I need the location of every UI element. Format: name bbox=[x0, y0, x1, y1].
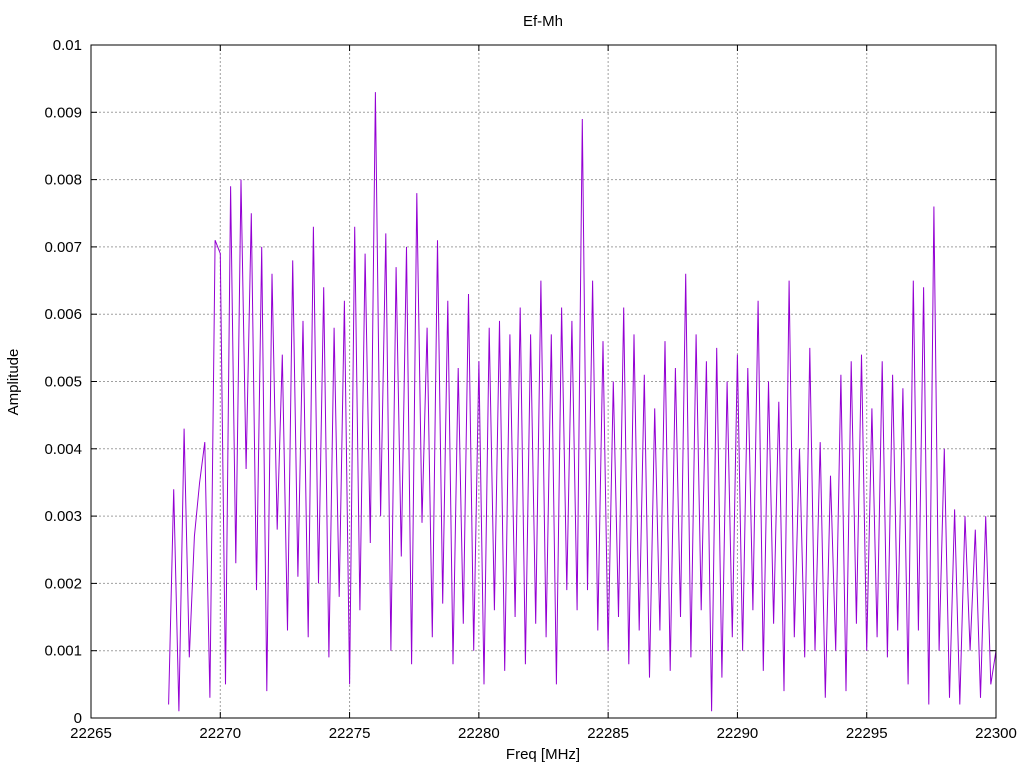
y-tick-label: 0.007 bbox=[44, 239, 82, 256]
x-tick-label: 22265 bbox=[70, 725, 112, 742]
y-tick-label: 0.001 bbox=[44, 643, 82, 660]
y-tick-label: 0.006 bbox=[44, 306, 82, 323]
plot-area bbox=[168, 92, 997, 712]
y-tick-label: 0.003 bbox=[44, 508, 82, 525]
y-tick-label: 0.009 bbox=[44, 104, 82, 121]
y-tick-label: 0.002 bbox=[44, 575, 82, 592]
y-tick-label: 0.01 bbox=[53, 37, 82, 54]
x-axis-label: Freq [MHz] bbox=[506, 746, 580, 763]
x-tick-label: 22300 bbox=[975, 725, 1017, 742]
x-tick-label: 22275 bbox=[329, 725, 371, 742]
grid bbox=[91, 45, 996, 718]
x-tick-label: 22285 bbox=[587, 725, 629, 742]
chart: Ef-Mh 22265 22270 22275 22280 22285 22290 2229… bbox=[5, 13, 1017, 763]
y-axis-label: Amplitude bbox=[5, 349, 22, 416]
x-tick-label: 22280 bbox=[458, 725, 500, 742]
x-tick-label: 22295 bbox=[846, 725, 888, 742]
y-tick-label: 0.008 bbox=[44, 172, 82, 189]
x-tick-label: 22290 bbox=[717, 725, 759, 742]
y-tick-label: 0.004 bbox=[44, 441, 82, 458]
chart-title: Ef-Mh bbox=[523, 13, 563, 30]
y-tick-label: 0.005 bbox=[44, 374, 82, 391]
x-tick-label: 22270 bbox=[199, 725, 241, 742]
y-tick-label: 0 bbox=[74, 710, 82, 727]
series-line bbox=[168, 92, 997, 712]
